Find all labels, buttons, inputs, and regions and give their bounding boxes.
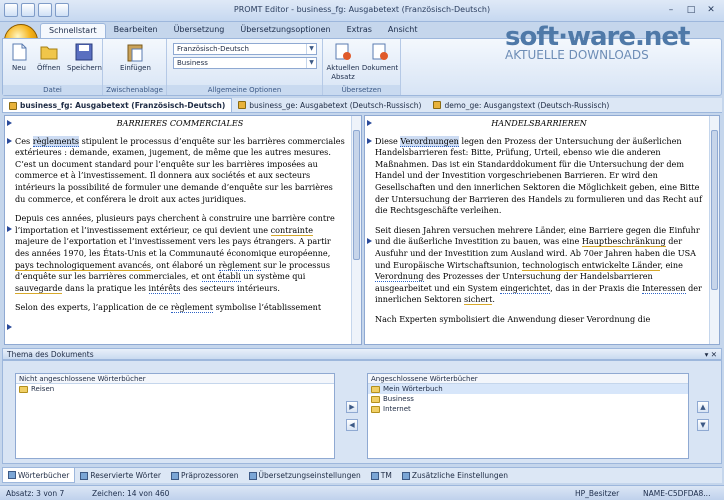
dictionary-tab-icon xyxy=(8,471,16,479)
source-text-pane[interactable]: BARRIERES COMMERCIALES Ces règlements st… xyxy=(4,115,362,345)
source-paragraph-2: Depuis ces années, plusieurs pays cherch… xyxy=(15,213,335,294)
target-paragraph-3: Nach Experten symbolisiert die Anwendung… xyxy=(375,313,651,324)
dictionary-icon xyxy=(19,385,28,393)
list-item[interactable]: Mein Wörterbuch xyxy=(368,384,688,394)
clipboard-icon xyxy=(127,44,143,62)
source-paragraph-1: Ces règlements stipulent le processus d’… xyxy=(15,135,345,204)
tab-woerterbuecher[interactable]: Wörterbücher xyxy=(2,468,76,483)
tab-ansicht[interactable]: Ansicht xyxy=(380,23,426,39)
title-bar: PROMT Editor - business_fg: Ausgabetext … xyxy=(0,0,724,22)
profile-combo[interactable]: Business ▼ xyxy=(173,57,317,69)
chevron-down-icon[interactable]: ▼ xyxy=(306,58,316,68)
source-heading: BARRIERES COMMERCIALES xyxy=(116,118,244,128)
save-button[interactable]: Speichern xyxy=(67,42,102,73)
move-down-button[interactable]: ▼ xyxy=(697,419,709,431)
tab-reservierte-woerter[interactable]: Reservierte Wörter xyxy=(75,468,166,483)
list-item[interactable]: Internet xyxy=(368,404,688,414)
document-icon xyxy=(433,101,442,109)
tab-extras[interactable]: Extras xyxy=(339,23,380,39)
doc-tab-business-fg[interactable]: business_fg: Ausgabetext (Französisch-De… xyxy=(2,98,233,112)
dictionary-icon xyxy=(371,395,380,403)
group-datei: Neu Öffnen Speichern Datei xyxy=(3,39,103,95)
paragraph-marker-icon xyxy=(7,138,12,144)
status-paragraph: Absatz: 3 von 7 xyxy=(6,489,65,498)
target-text: HANDELSBARRIEREN Diese Verordnungen lege… xyxy=(375,118,703,334)
document-icon xyxy=(9,101,17,110)
paragraph-marker-icon xyxy=(7,324,12,330)
group-allgemeine-optionen: Französisch-Deutsch ▼ Business ▼ Allgeme… xyxy=(167,39,323,95)
open-button[interactable]: Öffnen xyxy=(37,42,61,73)
doc-tab-business-ge[interactable]: business_ge: Ausgabetext (Deutsch-Russis… xyxy=(232,98,427,112)
target-paragraph-1: Diese Verordnungen legen den Prozess der… xyxy=(375,135,702,216)
new-button[interactable]: Neu xyxy=(9,42,29,73)
source-paragraph-3: Selon des experts, l’application de ce r… xyxy=(15,302,322,314)
reserved-words-icon xyxy=(80,471,89,480)
move-left-button[interactable]: ◀ xyxy=(346,419,358,431)
theme-panel-header: Thema des Dokuments ▾ ✕ xyxy=(2,348,722,360)
chevron-down-icon[interactable]: ▼ xyxy=(306,44,316,54)
doc-tab-demo-ge[interactable]: demo_ge: Ausgangstext (Deutsch-Russisch) xyxy=(427,98,615,112)
translate-paragraph-icon xyxy=(335,43,351,60)
move-right-button[interactable]: ▶ xyxy=(346,401,358,413)
paragraph-marker-icon xyxy=(367,138,372,144)
document-tabs: business_fg: Ausgabetext (Französisch-De… xyxy=(2,98,722,113)
bottom-tabs: Wörterbücher Reservierte Wörter Präproze… xyxy=(2,467,722,483)
source-scrollbar[interactable] xyxy=(351,116,361,344)
scrollbar-thumb[interactable] xyxy=(353,130,360,260)
status-bar: Absatz: 3 von 7 Zeichen: 14 von 460 HP_B… xyxy=(0,485,724,500)
translate-document-button[interactable]: Dokument xyxy=(362,42,398,73)
tab-zusaetzliche-einstellungen[interactable]: Zusätzliche Einstellungen xyxy=(397,468,513,483)
theme-panel: Nicht angeschlossene Wörterbücher Reisen… xyxy=(2,360,722,464)
tab-tm[interactable]: TM xyxy=(366,468,397,483)
target-text-pane[interactable]: HANDELSBARRIEREN Diese Verordnungen lege… xyxy=(364,115,720,345)
window-title: PROMT Editor - business_fg: Ausgabetext … xyxy=(233,5,491,14)
pin-icon[interactable]: ▾ ✕ xyxy=(705,349,717,360)
paragraph-marker-icon xyxy=(367,238,372,244)
floppy-disk-icon xyxy=(75,43,93,61)
target-heading: HANDELSBARRIEREN xyxy=(491,118,587,128)
group-uebersetzen: Aktuellen Absatz Dokument Übersetzen xyxy=(323,39,401,95)
group-zwischenablage: Einfügen Zwischenablage xyxy=(103,39,167,95)
list-item[interactable]: Business xyxy=(368,394,688,404)
tab-praeprozessoren[interactable]: Präprozessoren xyxy=(166,468,244,483)
connected-dictionaries-list[interactable]: Angeschlossene Wörterbücher Mein Wörterb… xyxy=(367,373,689,459)
target-scrollbar[interactable] xyxy=(709,116,719,344)
tab-uebersetzung[interactable]: Übersetzung xyxy=(166,23,233,39)
paste-button[interactable]: Einfügen xyxy=(120,42,151,73)
paragraph-marker-icon xyxy=(7,120,12,126)
status-chars: Zeichen: 14 von 460 xyxy=(92,489,170,498)
tab-uebersetzungseinstellungen[interactable]: Übersetzungseinstellungen xyxy=(244,468,366,483)
unconnected-dictionaries-list[interactable]: Nicht angeschlossene Wörterbücher Reisen xyxy=(15,373,335,459)
paragraph-marker-icon xyxy=(7,226,12,232)
dictionary-icon xyxy=(371,385,380,393)
move-up-button[interactable]: ▲ xyxy=(697,401,709,413)
status-user: HP_Besitzer xyxy=(575,489,620,498)
document-icon xyxy=(238,101,247,109)
list-item[interactable]: Reisen xyxy=(16,384,334,394)
scrollbar-thumb[interactable] xyxy=(711,130,718,290)
new-document-icon xyxy=(12,43,27,61)
source-text: BARRIERES COMMERCIALES Ces règlements st… xyxy=(15,118,345,322)
direction-combo[interactable]: Französisch-Deutsch ▼ xyxy=(173,43,317,55)
tab-uebersetzungsoptionen[interactable]: Übersetzungsoptionen xyxy=(232,23,338,39)
close-icon[interactable]: ✕ xyxy=(702,3,720,17)
paragraph-marker-icon xyxy=(367,120,372,126)
translate-paragraph-button[interactable]: Aktuellen Absatz xyxy=(327,42,359,82)
ribbon-tabs: Schnellstart Bearbeiten Übersetzung Über… xyxy=(40,23,425,39)
target-paragraph-2: Seit diesen Jahren versuchen mehrere Län… xyxy=(375,224,702,306)
dictionary-icon xyxy=(371,405,380,413)
tab-schnellstart[interactable]: Schnellstart xyxy=(40,23,106,39)
translate-document-icon xyxy=(372,43,388,60)
maximize-icon[interactable]: □ xyxy=(682,3,700,17)
open-folder-icon xyxy=(40,46,58,60)
tm-icon xyxy=(370,471,379,480)
tab-bearbeiten[interactable]: Bearbeiten xyxy=(106,23,166,39)
preprocessor-icon xyxy=(170,471,179,480)
minimize-icon[interactable]: – xyxy=(662,3,680,17)
status-machine: NAME-C5DFDA8... xyxy=(643,489,711,498)
watermark-logo: soft·ware.net AKTUELLE DOWNLOADS xyxy=(505,22,690,62)
settings-icon xyxy=(248,471,257,480)
extra-settings-icon xyxy=(401,471,410,480)
